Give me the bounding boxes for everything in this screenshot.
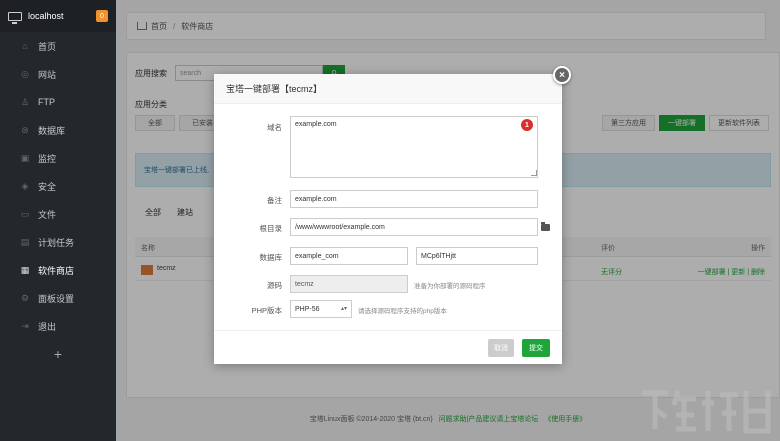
error-badge: 1 — [521, 119, 533, 131]
php-version-label: PHP版本 — [251, 306, 282, 315]
home-icon: ⌂ — [22, 41, 28, 51]
host-name: localhost — [28, 11, 64, 21]
notification-badge[interactable]: 0 — [96, 10, 108, 22]
sidebar-item-label: 文件 — [38, 209, 57, 220]
calendar-icon: ▤ — [20, 236, 30, 247]
source-label: 源码 — [267, 281, 282, 290]
shield-icon: ◈ — [21, 180, 29, 191]
sidebar-item-store[interactable]: ▦ 软件商店 — [0, 256, 116, 284]
database-name-input[interactable]: example_com — [290, 247, 408, 265]
sidebar-item-label: 安全 — [38, 181, 57, 192]
sidebar-item-label: 计划任务 — [38, 237, 75, 248]
deploy-dialog: 宝塔一键部署【tecmz】 域名 example.com 1 备注 exampl… — [214, 74, 562, 364]
folder-icon: ▭ — [20, 208, 30, 219]
domain-textarea[interactable]: example.com — [290, 116, 538, 178]
sidebar-item-label: 首页 — [38, 41, 57, 52]
sidebar-item-label: 面板设置 — [38, 293, 75, 304]
folder-icon[interactable] — [541, 222, 550, 231]
remark-label: 备注 — [267, 196, 282, 205]
resize-handle-icon[interactable] — [531, 170, 537, 176]
database-icon: ⊜ — [21, 124, 29, 135]
computer-icon — [8, 11, 22, 24]
user-icon: ♙ — [20, 96, 30, 107]
root-dir-label: 根目录 — [259, 224, 283, 233]
sidebar-item-security[interactable]: ◈ 安全 — [0, 172, 116, 200]
monitor-icon: ▣ — [20, 152, 30, 163]
watermark-logo — [642, 390, 771, 434]
php-version-select[interactable]: PHP-56 ▴▾ — [290, 300, 352, 318]
root-dir-input[interactable]: /www/wwwroot/example.com — [290, 218, 538, 236]
sidebar-item-monitor[interactable]: ▣ 监控 — [0, 144, 116, 172]
sidebar-item-home[interactable]: ⌂ 首页 — [0, 32, 116, 60]
domain-label: 域名 — [267, 123, 282, 132]
add-icon[interactable]: + — [0, 340, 116, 368]
sidebar-header: localhost 0 — [0, 0, 116, 32]
gear-icon: ⚙ — [20, 292, 30, 303]
grid-icon: ▦ — [20, 264, 30, 275]
database-label: 数据库 — [259, 253, 283, 262]
globe-icon: ◎ — [21, 68, 29, 79]
source-hint: 准备为你部署的源码程序 — [414, 283, 486, 290]
sidebar-item-label: 监控 — [38, 153, 57, 164]
sidebar-item-logout[interactable]: ⇥ 退出 — [0, 312, 116, 340]
sidebar-item-label: FTP — [38, 97, 55, 107]
sidebar-item-label: 软件商店 — [38, 265, 75, 276]
database-password-input[interactable]: MCp6lTHjtt — [416, 247, 538, 265]
submit-button[interactable]: 提交 — [522, 339, 550, 357]
close-icon[interactable]: × — [553, 66, 571, 84]
sidebar-item-cron[interactable]: ▤ 计划任务 — [0, 228, 116, 256]
sidebar: localhost 0 ⌂ 首页 ◎ 网站 ♙ FTP ⊜ 数据库 ▣ 监控 ◈ 安全 ▭ 文… — [0, 0, 116, 441]
sidebar-item-label: 退出 — [38, 321, 57, 332]
source-input: tecmz — [290, 275, 408, 293]
chevron-updown-icon: ▴▾ — [340, 306, 347, 312]
php-version-value: PHP-56 — [295, 305, 320, 313]
php-version-hint: 请选择源码程序支持的php版本 — [358, 308, 447, 315]
remark-input[interactable]: example.com — [290, 190, 538, 208]
sidebar-item-database[interactable]: ⊜ 数据库 — [0, 116, 116, 144]
sidebar-item-files[interactable]: ▭ 文件 — [0, 200, 116, 228]
logout-icon: ⇥ — [21, 320, 29, 331]
sidebar-item-settings[interactable]: ⚙ 面板设置 — [0, 284, 116, 312]
sidebar-item-ftp[interactable]: ♙ FTP — [0, 88, 116, 116]
sidebar-item-label: 数据库 — [38, 125, 66, 136]
cancel-button[interactable]: 取消 — [488, 339, 514, 357]
sidebar-item-label: 网站 — [38, 69, 57, 80]
dialog-footer: 取消 提交 — [214, 330, 562, 364]
dialog-title: 宝塔一键部署【tecmz】 — [214, 74, 562, 104]
sidebar-item-website[interactable]: ◎ 网站 — [0, 60, 116, 88]
